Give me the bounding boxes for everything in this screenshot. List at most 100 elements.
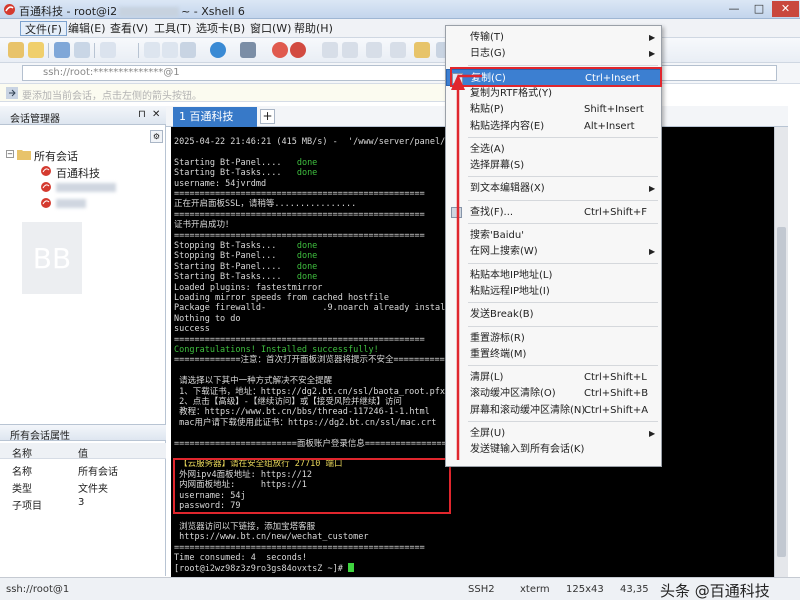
hint-bar: 要添加当前会话，点击左侧的箭头按钮。 — [0, 84, 445, 102]
menu-separator — [468, 365, 658, 367]
close-panel-icon[interactable]: ✕ — [152, 109, 160, 120]
property-name: 类型 — [12, 484, 32, 495]
terminal-line: 请选择以下其中一种方式解决不安全提醒 — [174, 376, 333, 387]
disconnect-icon[interactable] — [74, 42, 90, 58]
menu-separator — [468, 176, 658, 178]
arrow-add-icon[interactable] — [6, 87, 18, 99]
add-tab-button[interactable]: + — [260, 109, 275, 124]
open-folder-icon[interactable] — [28, 42, 44, 58]
tree-item-session[interactable]: 百通科技 — [56, 165, 100, 181]
folder-icon — [17, 150, 31, 160]
menu-separator — [468, 302, 658, 304]
menu-item-shortcut: Ctrl+Shift+B — [584, 388, 649, 400]
property-name: 子项目 — [12, 501, 42, 512]
globe-icon[interactable] — [210, 42, 226, 58]
xftp-icon[interactable] — [272, 42, 288, 58]
terminal-line: 2025-04-22 21:46:21 (415 MB/s) - '/www/s… — [174, 137, 476, 147]
property-value: 所有会话 — [78, 467, 118, 478]
status-connection: ssh://root@1 — [6, 584, 70, 595]
session-icon — [41, 198, 51, 208]
menu-tools[interactable]: 工具(T) — [150, 21, 195, 36]
menu-edit[interactable]: 编辑(E) — [64, 21, 110, 36]
terminal-line: [root@i2wz98z3z9ro3gs84ovxtsZ ~]# — [174, 563, 354, 574]
menu-help[interactable]: 帮助(H) — [290, 21, 337, 36]
toolbar-separator — [48, 43, 49, 58]
paste-toolbar-icon[interactable] — [162, 42, 178, 58]
copy-toolbar-icon[interactable] — [144, 42, 160, 58]
properties-header: 所有会话属性 — [0, 425, 166, 442]
watermark-text: 头条 @百通科技 — [660, 582, 770, 600]
xshell-icon[interactable] — [290, 42, 306, 58]
terminal-line: Package firewalld- .9.noarch already ins… — [174, 303, 461, 314]
terminal-line: ========================================… — [174, 209, 425, 220]
terminal-line: Time consumed: 4 seconds! — [174, 553, 308, 563]
tree-item-session-redacted[interactable] — [56, 183, 116, 192]
tree-collapse-icon[interactable]: − — [6, 150, 14, 158]
svg-text:BB: BB — [33, 242, 71, 275]
toolbar — [0, 38, 800, 63]
terminal-cursor — [348, 563, 354, 573]
terminal-line: Stopping Bt-Panel... done — [174, 251, 318, 262]
keyboard-icon[interactable] — [342, 42, 358, 58]
new-session-icon[interactable] — [8, 42, 24, 58]
menu-item-shortcut: Shift+Insert — [584, 104, 644, 116]
terminal-line: 2、点击【高级】-【继续访问】或【接受风险并继续】访问 — [174, 397, 402, 407]
menu-separator — [468, 325, 658, 327]
connect-icon[interactable] — [54, 42, 70, 58]
address-input[interactable]: ssh://root:**************@1 — [22, 65, 777, 81]
layout-icon[interactable] — [390, 42, 406, 58]
session-manager-header: 会话管理器 ⊓ ✕ — [0, 106, 166, 125]
scrollbar-thumb[interactable] — [777, 227, 786, 557]
menu-separator — [468, 136, 658, 138]
terminal-line: Stopping Bt-Tasks... done — [174, 241, 318, 251]
pin-icon[interactable]: ⊓ — [138, 109, 146, 120]
column-value[interactable]: 值 — [78, 445, 88, 460]
lock-icon[interactable] — [322, 42, 338, 58]
status-protocol: SSH2 — [468, 584, 495, 595]
tab-session[interactable]: 1 百通科技 — [173, 107, 257, 127]
terminal-line: 浏览器访问以下链接，添加宝塔客服 — [174, 521, 316, 532]
properties-title: 所有会话属性 — [10, 431, 70, 442]
menu-view[interactable]: 查看(V) — [106, 21, 152, 36]
status-bar: ssh://root@1 SSH2 xterm 125x43 43,35 头条 … — [0, 577, 800, 600]
terminal-scrollbar[interactable] — [774, 127, 788, 577]
toolbar-separator — [94, 43, 95, 58]
script-icon[interactable] — [366, 42, 382, 58]
property-name: 名称 — [12, 467, 32, 478]
menu-item-shortcut: Ctrl+Shift+A — [584, 404, 649, 416]
window-title: 百通科技 - root@i2 ~ - Xshell 6 — [19, 5, 245, 18]
status-cursor-pos: 43,35 — [620, 584, 649, 595]
hint-text: 要添加当前会话，点击左侧的箭头按钮。 — [22, 91, 202, 102]
menu-separator — [468, 223, 658, 224]
minimize-button[interactable]: — — [722, 1, 746, 17]
reconnect-icon[interactable] — [100, 42, 116, 58]
session-icon — [41, 166, 51, 176]
menu-file[interactable]: 文件(F) — [20, 21, 67, 36]
panel-settings-icon[interactable]: ⚙ — [150, 130, 163, 143]
close-button[interactable]: ✕ — [772, 1, 799, 17]
terminal-line: https://www.bt.cn/new/wechat_customer — [174, 532, 369, 543]
annotation-arrow — [451, 74, 482, 460]
menu-window[interactable]: 窗口(W) — [246, 21, 295, 36]
find-toolbar-icon[interactable] — [180, 42, 196, 58]
terminal-line: ========================================… — [174, 230, 425, 241]
terminal-line: ========================================… — [174, 542, 425, 553]
session-icon — [41, 182, 51, 192]
title-bar: 百通科技 - root@i2 ~ - Xshell 6 — □ ✕ — [0, 0, 800, 19]
menu-tabs[interactable]: 选项卡(B) — [192, 21, 249, 36]
annotation-highlight-box — [173, 458, 451, 514]
terminal-line: Loading mirror speeds from cached hostfi… — [174, 293, 389, 303]
menu-separator — [468, 262, 658, 264]
terminal-line: ========================================… — [174, 189, 425, 199]
submenu-arrow-icon: ▶ — [649, 49, 656, 59]
tree-item-session-redacted[interactable] — [56, 199, 86, 208]
terminal-line: Starting Bt-Tasks.... done — [174, 168, 318, 179]
tree-root-all-sessions[interactable]: 所有会话 — [34, 148, 78, 164]
font-icon[interactable] — [240, 42, 256, 58]
submenu-arrow-icon: ▶ — [649, 184, 656, 194]
maximize-button[interactable]: □ — [747, 1, 771, 17]
column-name[interactable]: 名称 — [12, 445, 32, 460]
menu-item-label: 日志(G) — [470, 48, 506, 60]
context-menu-item[interactable]: 传输(T) ▶ — [446, 29, 661, 46]
folder-icon[interactable] — [414, 42, 430, 58]
